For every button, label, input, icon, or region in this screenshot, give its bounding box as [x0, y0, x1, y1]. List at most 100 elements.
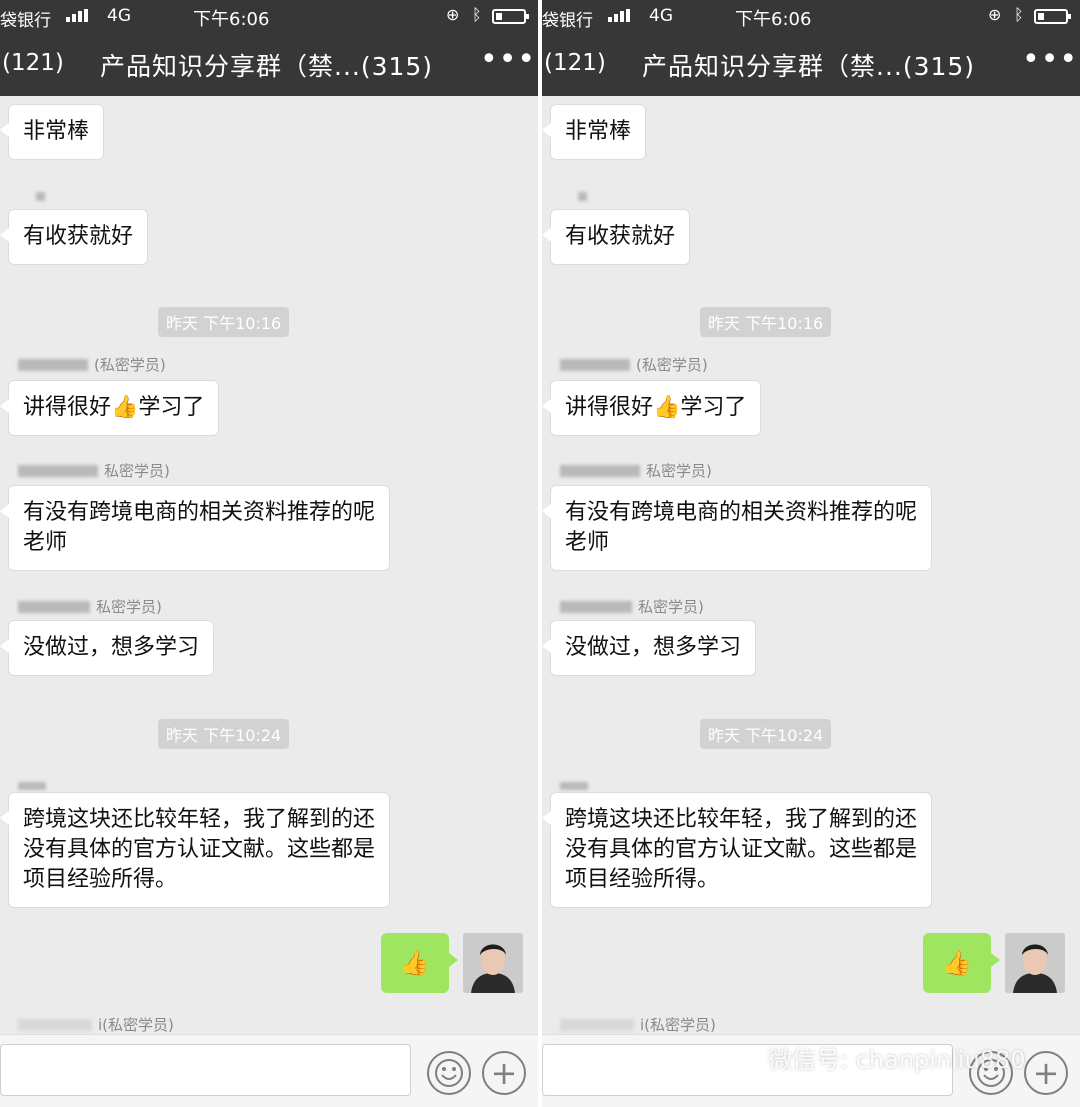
sender-label: 私密学员) — [104, 462, 170, 480]
message-line: 老师 — [23, 530, 68, 555]
own-message-bubble[interactable]: 👍 — [381, 933, 458, 993]
redacted-name — [36, 192, 45, 201]
orientation-lock-icon: ⊕ — [988, 5, 1002, 24]
sender-label: i(私密学员) — [98, 1016, 174, 1034]
sender-name: (私密学员) — [560, 354, 708, 375]
chat-screen-left: 袋银行 4G 下午6:06 ⊕ ᛒ (121) 产品知识分享群（禁...(315… — [0, 0, 538, 1107]
sender-label: 私密学员) — [96, 598, 162, 616]
chat-title: 产品知识分享群（禁...(315) — [100, 52, 434, 81]
sender-name: 私密学员) — [560, 460, 712, 481]
message-input[interactable] — [0, 1044, 411, 1096]
sender-name: 私密学员) — [18, 460, 170, 481]
sender-label: (私密学员) — [636, 356, 708, 374]
watermark-text: 微信号: chanpinliu880 — [768, 1046, 1026, 1074]
redacted-name — [560, 358, 630, 371]
redacted-name — [18, 358, 88, 371]
message-line: 项目经验所得。 — [565, 867, 720, 892]
input-bar: + — [0, 1034, 538, 1107]
top-bar: 袋银行 4G 下午6:06 ⊕ ᛒ (121) 产品知识分享群（禁...(315… — [0, 0, 538, 96]
plus-icon[interactable]: + — [1024, 1051, 1068, 1095]
message-bubble[interactable]: 非常棒 — [0, 104, 105, 160]
timestamp-chip: 昨天 下午10:24 — [700, 719, 832, 749]
battery-icon — [1034, 9, 1071, 24]
message-bubble[interactable]: 没做过，想多学习 — [0, 620, 215, 676]
top-bar: 袋银行 4G 下午6:06 ⊕ ᛒ (121) 产品知识分享群（禁...(315… — [542, 0, 1080, 96]
message-bubble[interactable]: 讲得很好👍学习了 — [542, 380, 762, 436]
redacted-name — [560, 1018, 634, 1031]
own-message-bubble[interactable]: 👍 — [923, 933, 1000, 993]
message-line: 项目经验所得。 — [23, 867, 178, 892]
chat-area[interactable]: 非常棒 有收获就好 昨天 下午10:16 (私密学员) 讲得很好👍学习了 私密学… — [0, 96, 538, 1034]
message-bubble[interactable]: 非常棒 — [542, 104, 647, 160]
carrier-name: 袋银行 — [0, 11, 51, 31]
chat-area[interactable]: 非常棒 有收获就好 昨天 下午10:16 (私密学员) 讲得很好👍学习了 私密学… — [542, 96, 1080, 1034]
nav-bar: (121) 产品知识分享群（禁...(315) ••• — [0, 38, 538, 88]
status-time: 下午6:06 — [735, 9, 812, 30]
message-line: 跨境这块还比较年轻，我了解到的还 — [23, 807, 376, 832]
avatar-photo — [1005, 933, 1065, 993]
wechat-logo-icon — [726, 1044, 759, 1070]
redacted-name — [578, 192, 587, 201]
emoji-icon[interactable] — [427, 1051, 471, 1095]
status-bar: 袋银行 4G 下午6:06 ⊕ ᛒ — [542, 0, 1080, 32]
status-time: 下午6:06 — [193, 9, 270, 30]
sender-name: i(私密学员) — [18, 1014, 174, 1035]
timestamp-chip: 昨天 下午10:24 — [158, 719, 290, 749]
back-button[interactable]: (121) — [2, 50, 64, 76]
redacted-name — [18, 464, 98, 477]
bluetooth-icon: ᛒ — [472, 5, 482, 24]
network-type: 4G — [649, 6, 673, 26]
redacted-name — [18, 600, 90, 613]
sender-label: 私密学员) — [646, 462, 712, 480]
emoji-face-icon — [435, 1059, 463, 1087]
message-line: 没有具体的官方认证文献。这些都是 — [565, 837, 918, 862]
sender-name: 私密学员) — [560, 596, 704, 617]
signal-icon — [66, 9, 88, 22]
avatar[interactable] — [463, 933, 523, 993]
timestamp-chip: 昨天 下午10:16 — [700, 307, 832, 337]
status-bar: 袋银行 4G 下午6:06 ⊕ ᛒ — [0, 0, 538, 32]
signal-icon — [608, 9, 630, 22]
screenshot-comparison: 袋银行 4G 下午6:06 ⊕ ᛒ (121) 产品知识分享群（禁...(315… — [0, 0, 1080, 1107]
carrier-name: 袋银行 — [542, 11, 593, 31]
redacted-name — [560, 464, 640, 477]
message-bubble[interactable]: 跨境这块还比较年轻，我了解到的还 没有具体的官方认证文献。这些都是 项目经验所得… — [0, 792, 391, 908]
nav-bar: (121) 产品知识分享群（禁...(315) ••• — [542, 38, 1080, 88]
bluetooth-icon: ᛒ — [1014, 5, 1024, 24]
sender-label: i(私密学员) — [640, 1016, 716, 1034]
message-bubble[interactable]: 讲得很好👍学习了 — [0, 380, 220, 436]
message-line: 跨境这块还比较年轻，我了解到的还 — [565, 807, 918, 832]
message-line: 有没有跨境电商的相关资料推荐的呢 — [565, 500, 918, 525]
sender-name: 私密学员) — [18, 596, 162, 617]
avatar-photo — [463, 933, 523, 993]
more-icon[interactable]: ••• — [480, 42, 536, 77]
watermark: 微信号: chanpinliu880 — [726, 1040, 1026, 1075]
message-line: 老师 — [565, 530, 610, 555]
redacted-name — [560, 600, 632, 613]
plus-icon[interactable]: + — [482, 1051, 526, 1095]
back-button[interactable]: (121) — [544, 50, 606, 76]
message-bubble[interactable]: 有收获就好 — [542, 209, 691, 265]
avatar[interactable] — [1005, 933, 1065, 993]
sender-label: (私密学员) — [94, 356, 166, 374]
network-type: 4G — [107, 6, 131, 26]
orientation-lock-icon: ⊕ — [446, 5, 460, 24]
sender-name: (私密学员) — [18, 354, 166, 375]
redacted-name — [560, 782, 588, 790]
message-bubble[interactable]: 有收获就好 — [0, 209, 149, 265]
chat-screen-right: 袋银行 4G 下午6:06 ⊕ ᛒ (121) 产品知识分享群（禁...(315… — [542, 0, 1080, 1107]
message-bubble[interactable]: 有没有跨境电商的相关资料推荐的呢 老师 — [0, 485, 391, 571]
message-bubble[interactable]: 没做过，想多学习 — [542, 620, 757, 676]
sender-label: 私密学员) — [638, 598, 704, 616]
timestamp-chip: 昨天 下午10:16 — [158, 307, 290, 337]
redacted-name — [18, 1018, 92, 1031]
message-bubble[interactable]: 有没有跨境电商的相关资料推荐的呢 老师 — [542, 485, 933, 571]
battery-icon — [492, 9, 529, 24]
redacted-name — [18, 782, 46, 790]
message-line: 没有具体的官方认证文献。这些都是 — [23, 837, 376, 862]
more-icon[interactable]: ••• — [1022, 42, 1078, 77]
chat-title: 产品知识分享群（禁...(315) — [642, 52, 976, 81]
sender-name: i(私密学员) — [560, 1014, 716, 1035]
message-bubble[interactable]: 跨境这块还比较年轻，我了解到的还 没有具体的官方认证文献。这些都是 项目经验所得… — [542, 792, 933, 908]
message-line: 有没有跨境电商的相关资料推荐的呢 — [23, 500, 376, 525]
